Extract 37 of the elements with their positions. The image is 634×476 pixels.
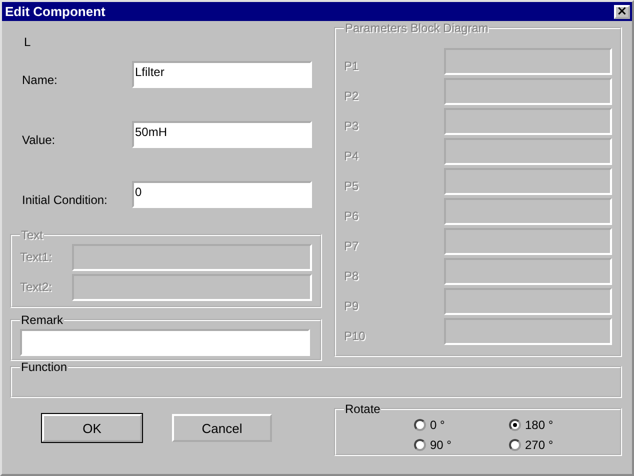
radio-option[interactable]: 180 ° (509, 416, 599, 434)
field-label: P8 (344, 269, 360, 285)
group-title: Remark (20, 313, 64, 327)
input-field[interactable]: Lfilter (132, 61, 312, 88)
group-title: Parameters Block Diagram (344, 21, 490, 35)
radio-option[interactable]: 270 ° (509, 436, 599, 454)
group-title: Rotate (344, 402, 382, 416)
field-label: P10 (344, 329, 366, 345)
input-field[interactable]: 0 (132, 181, 312, 208)
close-button[interactable]: × (614, 4, 630, 18)
field-label: Name: (22, 73, 58, 88)
field-label: P1 (344, 59, 360, 75)
field-label: P3 (344, 119, 360, 135)
radio-option[interactable]: 90 ° (414, 436, 509, 454)
dialog-button[interactable]: Cancel (172, 414, 272, 442)
radio-button[interactable] (414, 439, 426, 451)
field-label: P5 (344, 179, 360, 195)
input-field[interactable] (20, 329, 310, 356)
field-label: P9 (344, 299, 360, 315)
group-title: Text (20, 228, 44, 242)
field-label: Text1: (20, 250, 54, 264)
radio-button[interactable] (509, 419, 521, 431)
window-title: Edit Component (5, 4, 106, 19)
component-type-label: L (24, 35, 32, 49)
radio-option[interactable]: 0 ° (414, 416, 509, 434)
dialog-button[interactable]: OK (42, 414, 142, 442)
radio-button[interactable] (509, 439, 521, 451)
field-label: P6 (344, 209, 360, 225)
field-label: Value: (22, 133, 56, 148)
field-label: P7 (344, 239, 360, 255)
radio-button[interactable] (414, 419, 426, 431)
group-title: Function (20, 360, 68, 374)
field-label: P2 (344, 89, 360, 105)
field-label: Initial Condition: (22, 193, 108, 208)
field-label: P4 (344, 149, 360, 165)
field-label: Text2: (20, 280, 54, 294)
input-field[interactable]: 50mH (132, 121, 312, 148)
